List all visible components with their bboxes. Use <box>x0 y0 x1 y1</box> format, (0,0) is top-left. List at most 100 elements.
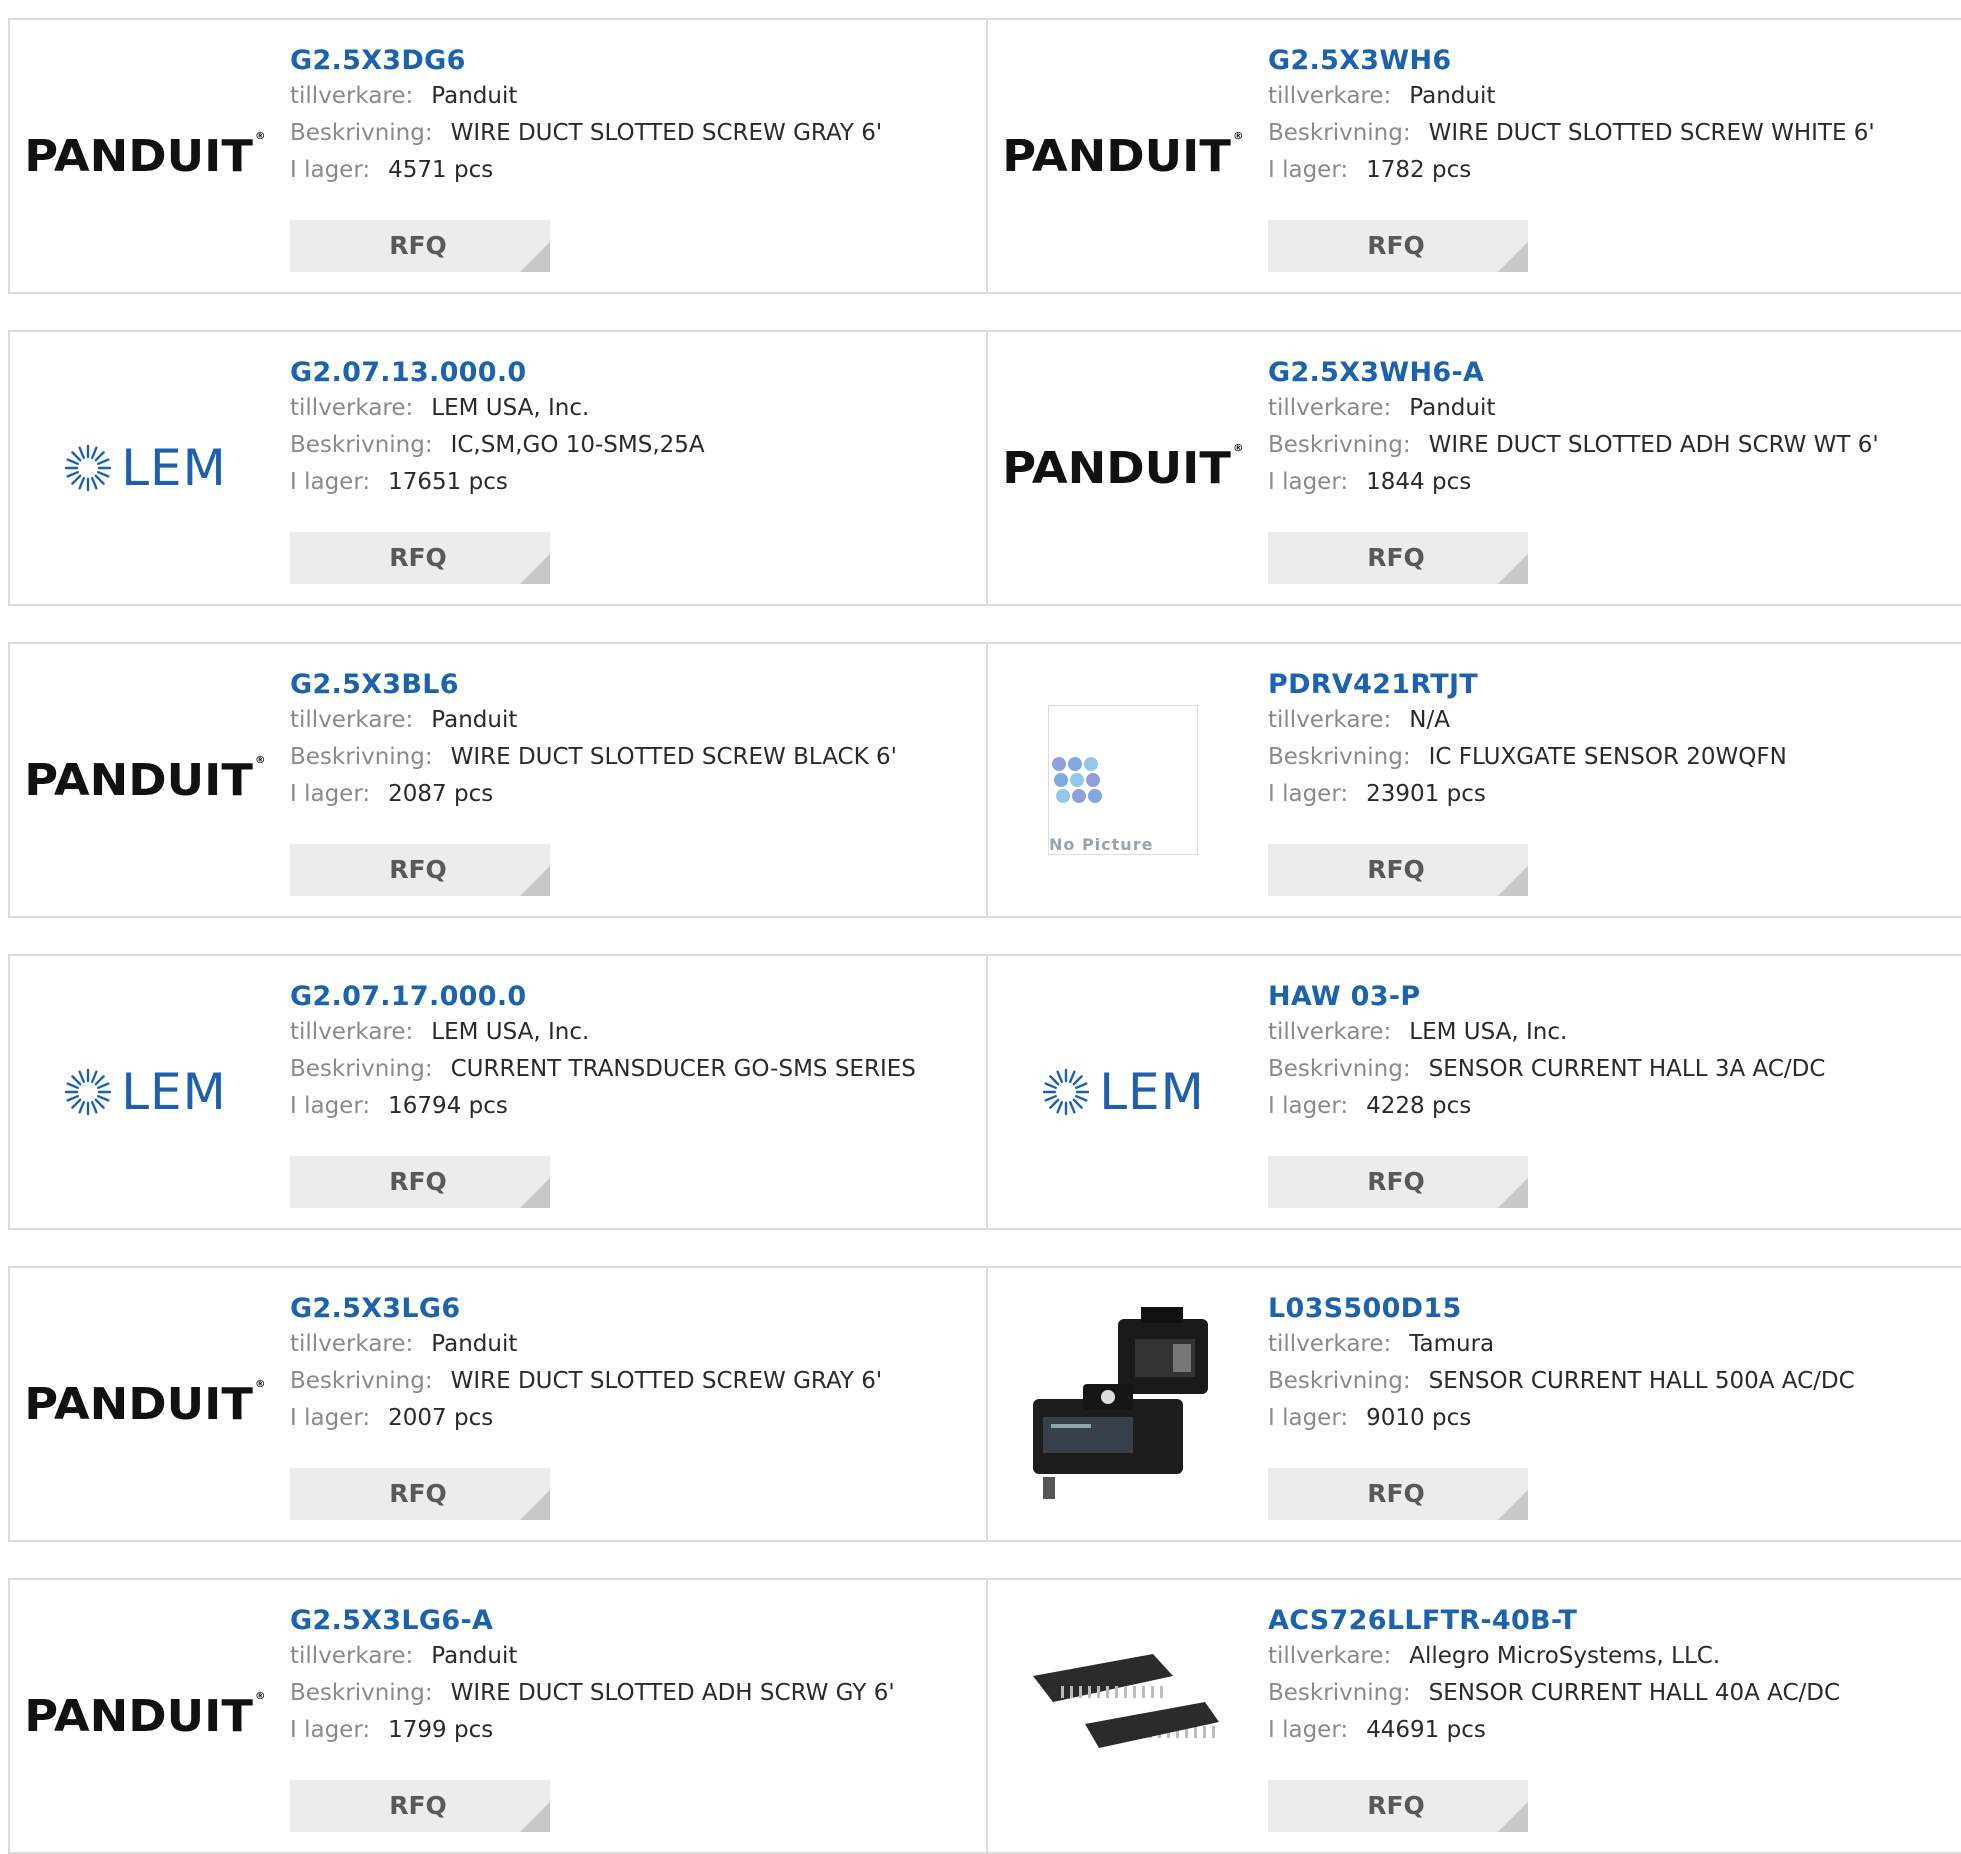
rfq-button[interactable]: RFQ <box>1268 1468 1528 1520</box>
part-number-link[interactable]: G2.5X3LG6 <box>290 1292 976 1326</box>
product-info: G2.5X3DG6 tillverkare: Panduit Beskrivning:… <box>290 44 976 189</box>
part-number-link[interactable]: G2.5X3LG6-A <box>290 1604 976 1638</box>
manufacturer-value: LEM USA, Inc. <box>431 395 590 421</box>
ic-chip-image <box>1033 1654 1219 1748</box>
stock-label: I lager: <box>290 157 371 183</box>
description-row: Beskrivning: IC,SM,GO 10-SMS,25A <box>290 427 976 464</box>
description-value: SENSOR CURRENT HALL 500A AC/DC <box>1428 1368 1855 1394</box>
manufacturer-value: LEM USA, Inc. <box>1409 1019 1568 1045</box>
rfq-button-label: RFQ <box>389 1479 447 1508</box>
part-number-link[interactable]: G2.07.13.000.0 <box>290 356 976 390</box>
description-value: SENSOR CURRENT HALL 40A AC/DC <box>1428 1680 1841 1706</box>
manufacturer-label: tillverkare: <box>1268 395 1392 421</box>
stock-label: I lager: <box>290 1093 371 1119</box>
manufacturer-label: tillverkare: <box>1268 1643 1392 1669</box>
current-sensor-image <box>1033 1307 1208 1499</box>
rfq-button[interactable]: RFQ <box>1268 532 1528 584</box>
rfq-button[interactable]: RFQ <box>290 1468 550 1520</box>
rfq-button-label: RFQ <box>389 1791 447 1820</box>
product-image[interactable]: PANDUIT ® <box>1002 20 1243 292</box>
description-value: WIRE DUCT SLOTTED ADH SCRW GY 6' <box>450 1680 895 1706</box>
manufacturer-value: Panduit <box>431 1643 518 1669</box>
panduit-logo: PANDUIT ® <box>24 1378 266 1430</box>
description-label: Beskrivning: <box>1268 1368 1411 1394</box>
stock-label: I lager: <box>290 781 371 807</box>
description-row: Beskrivning: WIRE DUCT SLOTTED ADH SCRW W… <box>1268 427 1961 464</box>
rfq-button[interactable]: RFQ <box>1268 844 1528 896</box>
manufacturer-value: Panduit <box>1409 83 1496 109</box>
lem-logo: LEM <box>1041 1063 1205 1121</box>
product-image[interactable]: LEM <box>1018 956 1228 1228</box>
product-image[interactable]: PANDUIT ® <box>1002 332 1243 604</box>
product-info: G2.5X3LG6 tillverkare: Panduit Beskrivning:… <box>290 1292 976 1437</box>
manufacturer-label: tillverkare: <box>290 395 414 421</box>
manufacturer-label: tillverkare: <box>1268 1019 1392 1045</box>
product-image[interactable]: PANDUIT ® <box>24 644 265 916</box>
product-card: LEM HAW 03-P tillverkare: LEM USA, Inc. Besk… <box>986 954 1961 1230</box>
rfq-button-label: RFQ <box>389 855 447 884</box>
description-label: Beskrivning: <box>290 744 433 770</box>
part-number-link[interactable]: G2.5X3BL6 <box>290 668 976 702</box>
description-label: Beskrivning: <box>290 1680 433 1706</box>
part-number-link[interactable]: G2.07.17.000.0 <box>290 980 976 1014</box>
product-image[interactable]: No Picture <box>1018 644 1228 916</box>
product-image[interactable]: LEM <box>40 332 250 604</box>
description-row: Beskrivning: IC FLUXGATE SENSOR 20WQFN <box>1268 739 1961 776</box>
lem-sunburst-icon <box>65 1068 112 1116</box>
stock-value: 4571 pcs <box>388 157 494 183</box>
corner-triangle-icon <box>520 866 550 896</box>
manufacturer-row: tillverkare: Panduit <box>290 1326 976 1363</box>
rfq-button[interactable]: RFQ <box>1268 220 1528 272</box>
product-info: ACS726LLFTR-40B-T tillverkare: Allegro Mic… <box>1268 1604 1961 1749</box>
stock-value: 2007 pcs <box>388 1405 494 1431</box>
rfq-button[interactable]: RFQ <box>290 220 550 272</box>
no-picture-icon <box>1052 757 1102 803</box>
product-image[interactable]: LEM <box>40 956 250 1228</box>
part-number-link[interactable]: G2.5X3WH6 <box>1268 44 1961 78</box>
rfq-button-label: RFQ <box>1367 855 1425 884</box>
product-image[interactable] <box>1018 1580 1228 1852</box>
stock-row: I lager: 9010 pcs <box>1268 1400 1961 1437</box>
product-image[interactable]: PANDUIT ® <box>24 20 265 292</box>
part-number-link[interactable]: HAW 03-P <box>1268 980 1961 1014</box>
rfq-button[interactable]: RFQ <box>290 844 550 896</box>
manufacturer-value: Panduit <box>431 1331 518 1357</box>
rfq-button[interactable]: RFQ <box>290 1156 550 1208</box>
product-image[interactable]: PANDUIT ® <box>24 1268 265 1540</box>
manufacturer-row: tillverkare: LEM USA, Inc. <box>1268 1014 1961 1051</box>
manufacturer-label: tillverkare: <box>290 1019 414 1045</box>
part-number-link[interactable]: PDRV421RTJT <box>1268 668 1961 702</box>
part-number-link[interactable]: ACS726LLFTR-40B-T <box>1268 1604 1961 1638</box>
rfq-button[interactable]: RFQ <box>290 1780 550 1832</box>
rfq-button-label: RFQ <box>1367 1167 1425 1196</box>
corner-triangle-icon <box>520 1490 550 1520</box>
manufacturer-value: Allegro MicroSystems, LLC. <box>1409 1643 1721 1669</box>
stock-label: I lager: <box>290 1717 371 1743</box>
product-card: PANDUIT ® G2.5X3DG6 tillverkare: Panduit Besk… <box>8 18 988 294</box>
rfq-button-label: RFQ <box>1367 231 1425 260</box>
product-info: G2.07.13.000.0 tillverkare: LEM USA, Inc. B… <box>290 356 976 501</box>
rfq-button-label: RFQ <box>389 543 447 572</box>
stock-row: I lager: 16794 pcs <box>290 1088 976 1125</box>
product-image[interactable] <box>1018 1268 1228 1540</box>
rfq-button[interactable]: RFQ <box>1268 1156 1528 1208</box>
stock-label: I lager: <box>1268 781 1349 807</box>
stock-value: 23901 pcs <box>1366 781 1486 807</box>
part-number-link[interactable]: G2.5X3DG6 <box>290 44 976 78</box>
manufacturer-row: tillverkare: Panduit <box>290 78 976 115</box>
product-image[interactable]: PANDUIT ® <box>24 1580 265 1852</box>
description-row: Beskrivning: WIRE DUCT SLOTTED SCREW GRAY… <box>290 115 976 152</box>
manufacturer-value: Panduit <box>1409 395 1496 421</box>
stock-row: I lager: 1844 pcs <box>1268 464 1961 501</box>
part-number-link[interactable]: G2.5X3WH6-A <box>1268 356 1961 390</box>
stock-row: I lager: 1799 pcs <box>290 1712 976 1749</box>
stock-row: I lager: 44691 pcs <box>1268 1712 1961 1749</box>
part-number-link[interactable]: L03S500D15 <box>1268 1292 1961 1326</box>
description-value: SENSOR CURRENT HALL 3A AC/DC <box>1428 1056 1826 1082</box>
rfq-button[interactable]: RFQ <box>1268 1780 1528 1832</box>
description-value: WIRE DUCT SLOTTED SCREW GRAY 6' <box>450 1368 883 1394</box>
description-label: Beskrivning: <box>290 432 433 458</box>
description-row: Beskrivning: WIRE DUCT SLOTTED ADH SCRW G… <box>290 1675 976 1712</box>
rfq-button[interactable]: RFQ <box>290 532 550 584</box>
stock-row: I lager: 23901 pcs <box>1268 776 1961 813</box>
